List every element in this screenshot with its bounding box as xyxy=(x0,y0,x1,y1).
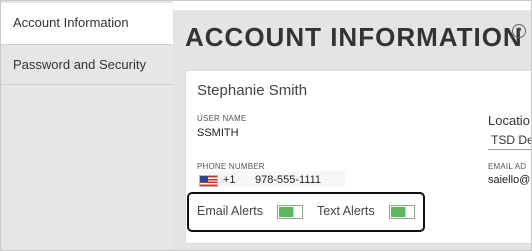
sidebar-item-account-information[interactable]: Account Information xyxy=(1,3,173,45)
location-value: TSD De xyxy=(491,133,532,147)
sidebar: Account Information Password and Securit… xyxy=(1,1,173,250)
toggle-fill xyxy=(279,207,293,217)
toggle-knob xyxy=(405,207,413,217)
help-icon[interactable]: ? xyxy=(512,24,526,38)
text-alerts-toggle[interactable] xyxy=(389,205,415,219)
email-alerts-label: Email Alerts xyxy=(197,204,263,218)
page-title: ACCOUNT INFORMATION xyxy=(185,22,523,52)
phone-label: PHONE NUMBER xyxy=(197,162,265,171)
app-frame: Account Information Password and Securit… xyxy=(0,0,532,251)
toggle-fill xyxy=(391,207,405,217)
text-alerts-label: Text Alerts xyxy=(317,204,375,218)
email-alerts-toggle[interactable] xyxy=(277,205,303,219)
phone-field[interactable]: +1 978-555-1111 xyxy=(197,171,345,187)
toggle-knob xyxy=(293,207,301,217)
location-label: Locatio xyxy=(488,113,530,128)
top-strip xyxy=(173,1,531,10)
username-value: SSMITH xyxy=(197,127,239,139)
email-label: EMAIL AD xyxy=(488,162,527,171)
full-name: Stephanie Smith xyxy=(197,82,308,99)
us-flag-icon[interactable] xyxy=(199,175,218,187)
phone-number: 978-555-1111 xyxy=(255,174,322,186)
username-label: USER NAME xyxy=(197,114,247,123)
country-code: +1 xyxy=(223,174,236,186)
alerts-panel: Email Alerts Text Alerts xyxy=(187,192,425,232)
sidebar-item-password-security[interactable]: Password and Security xyxy=(1,45,173,85)
email-value: saiello@ xyxy=(488,174,531,186)
sidebar-item-label: Password and Security xyxy=(13,57,146,72)
sidebar-item-label: Account Information xyxy=(13,15,129,30)
location-select[interactable]: TSD De xyxy=(488,131,532,150)
